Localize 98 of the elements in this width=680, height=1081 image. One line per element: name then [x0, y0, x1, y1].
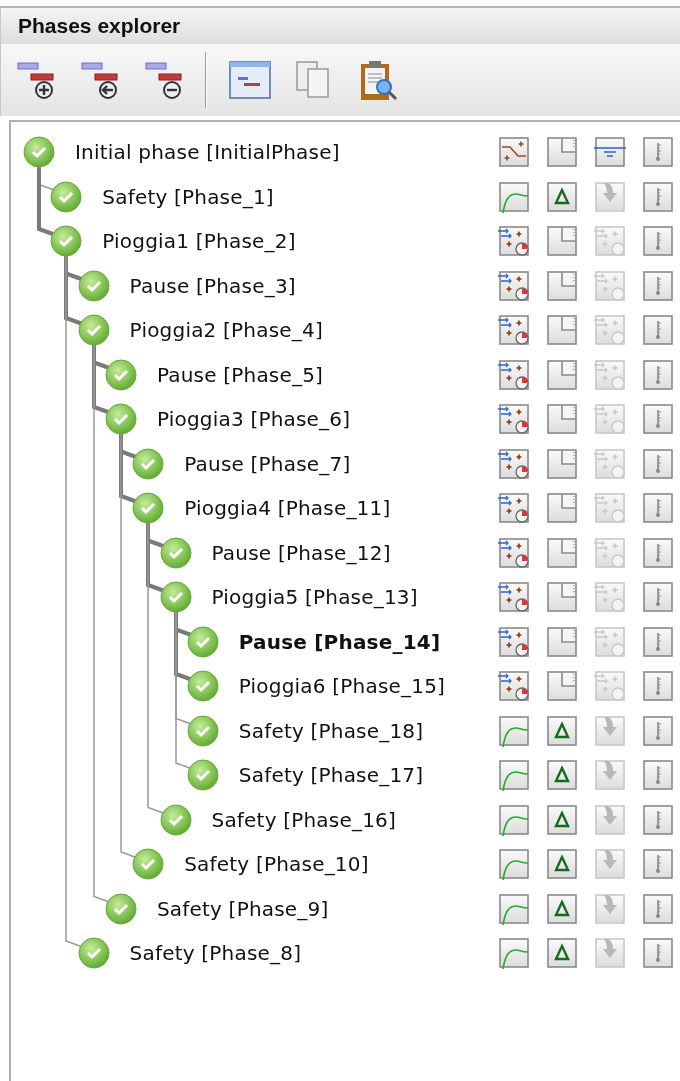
curve-icon[interactable] — [498, 892, 530, 925]
phase-name[interactable]: Pioggia1 [Phase_2] — [102, 226, 296, 257]
blank-phase-icon[interactable] — [546, 625, 578, 658]
thermometer-icon[interactable] — [642, 180, 674, 213]
flow-time-icon[interactable] — [498, 403, 530, 436]
phase-name[interactable]: Pause [Phase_5] — [156, 359, 324, 390]
thermometer-icon[interactable] — [642, 714, 674, 747]
thermometer-icon[interactable] — [642, 447, 674, 480]
thermometer-icon[interactable] — [642, 269, 674, 302]
blank-phase-icon[interactable] — [546, 136, 578, 169]
phase-name[interactable]: Pause [Phase_12] — [211, 537, 391, 568]
flow-time-icon[interactable] — [498, 314, 530, 347]
check-circle-icon — [186, 670, 219, 703]
flow-time-icon[interactable] — [498, 536, 530, 569]
phase-name[interactable]: Pioggia6 [Phase_15] — [238, 671, 446, 702]
phase-name[interactable]: Safety [Phase_16] — [211, 804, 396, 835]
thermometer-icon[interactable] — [642, 492, 674, 525]
curve-icon[interactable] — [498, 714, 530, 747]
curve-icon[interactable] — [498, 180, 530, 213]
check-circle-icon — [132, 848, 165, 881]
pressure-step-icon[interactable] — [498, 136, 530, 169]
check-circle-icon — [186, 625, 219, 658]
curve-icon[interactable] — [498, 803, 530, 836]
thermometer-icon[interactable] — [642, 892, 674, 925]
flow-time-icon[interactable] — [498, 492, 530, 525]
phase-name[interactable]: Pioggia5 [Phase_13] — [211, 582, 418, 613]
thermometer-icon[interactable] — [642, 314, 674, 347]
water-level-icon[interactable] — [594, 136, 626, 169]
thermometer-icon[interactable] — [642, 937, 674, 970]
thermometer-icon[interactable] — [642, 759, 674, 792]
blank-phase-icon[interactable] — [546, 225, 578, 258]
curve-icon[interactable] — [498, 937, 530, 970]
delta-icon[interactable] — [546, 892, 578, 925]
flow-time-icon[interactable] — [498, 358, 530, 391]
panel-title: Phases explorer — [18, 13, 181, 40]
delta-icon[interactable] — [546, 714, 578, 747]
check-circle-icon — [23, 136, 55, 169]
thermometer-icon[interactable] — [642, 625, 674, 658]
check-circle-icon — [186, 759, 219, 792]
thermometer-icon[interactable] — [642, 670, 674, 703]
check-circle-icon — [104, 892, 137, 925]
phase-window-icon[interactable] — [227, 58, 271, 102]
delta-icon[interactable] — [546, 180, 578, 213]
delta-icon[interactable] — [546, 937, 578, 970]
check-circle-icon — [159, 536, 192, 569]
check-circle-icon — [159, 581, 192, 614]
flow-time-icon[interactable] — [498, 447, 530, 480]
delta-icon[interactable] — [546, 803, 578, 836]
blank-phase-icon[interactable] — [546, 358, 578, 391]
check-circle-icon — [159, 803, 192, 836]
blank-phase-icon[interactable] — [546, 403, 578, 436]
check-circle-icon — [186, 714, 219, 747]
flow-time-icon[interactable] — [498, 625, 530, 658]
delta-icon[interactable] — [546, 848, 578, 881]
curve-icon[interactable] — [498, 848, 530, 881]
blank-phase-icon[interactable] — [546, 492, 578, 525]
blank-phase-icon[interactable] — [546, 269, 578, 302]
thermometer-icon[interactable] — [642, 536, 674, 569]
thermometer-icon[interactable] — [642, 358, 674, 391]
thermometer-icon[interactable] — [642, 136, 674, 169]
flow-time-icon[interactable] — [498, 225, 530, 258]
flow-time-icon[interactable] — [498, 269, 530, 302]
blank-phase-icon[interactable] — [546, 670, 578, 703]
check-circle-icon — [50, 225, 83, 258]
check-circle-icon — [50, 180, 83, 213]
delta-icon[interactable] — [546, 759, 578, 792]
phase-name[interactable]: Safety [Phase_9] — [156, 893, 329, 924]
phase-name[interactable]: Pioggia2 [Phase_4] — [129, 315, 323, 346]
phase-name[interactable]: Safety [Phase_17] — [238, 760, 424, 791]
check-circle-icon — [77, 314, 110, 347]
check-circle-icon — [104, 358, 137, 391]
check-circle-icon — [104, 403, 137, 436]
phase-name[interactable]: Pause [Phase_7] — [184, 448, 351, 479]
check-circle-icon — [132, 447, 165, 480]
check-circle-icon — [77, 269, 110, 302]
phase-name[interactable]: Safety [Phase_8] — [129, 938, 302, 969]
thermometer-icon[interactable] — [642, 403, 674, 436]
blank-phase-icon[interactable] — [546, 581, 578, 614]
blank-phase-icon[interactable] — [546, 447, 578, 480]
blank-phase-icon[interactable] — [546, 314, 578, 347]
blank-phase-icon[interactable] — [546, 536, 578, 569]
phase-name[interactable]: Pause [Phase_3] — [129, 270, 296, 301]
phase-name[interactable]: Safety [Phase_18] — [238, 715, 424, 746]
check-circle-icon — [77, 937, 110, 970]
check-circle-icon — [132, 492, 165, 525]
flow-time-icon[interactable] — [498, 581, 530, 614]
thermometer-icon[interactable] — [642, 225, 674, 258]
thermometer-icon[interactable] — [642, 848, 674, 881]
thermometer-icon[interactable] — [642, 803, 674, 836]
phase-name[interactable]: Pioggia4 [Phase_11] — [184, 493, 391, 524]
phase-name[interactable]: Safety [Phase_10] — [184, 849, 369, 880]
phase-name[interactable]: Pioggia3 [Phase_6] — [156, 404, 351, 435]
phase-name[interactable]: Pause [Phase_14] — [238, 626, 441, 657]
flow-time-icon[interactable] — [498, 670, 530, 703]
thermometer-icon[interactable] — [642, 581, 674, 614]
phase-name[interactable]: Initial phase [InitialPhase] — [75, 137, 340, 168]
phase-name[interactable]: Safety [Phase_1] — [102, 181, 274, 212]
curve-icon[interactable] — [498, 759, 530, 792]
